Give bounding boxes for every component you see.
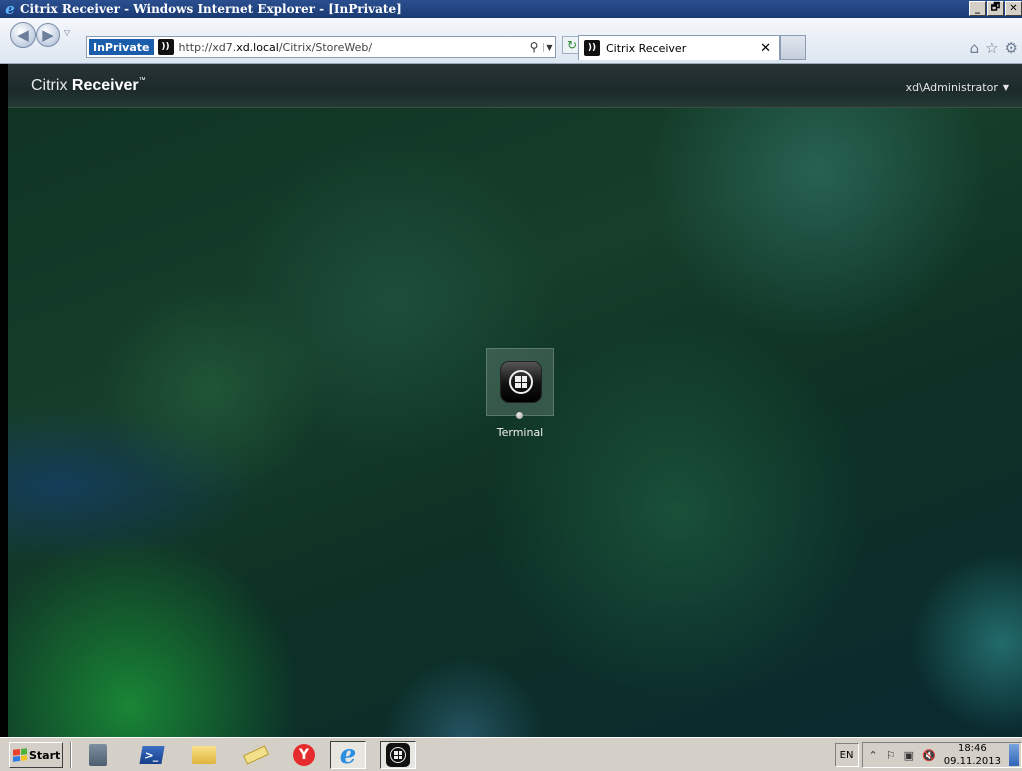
close-button[interactable]: ✕ — [1005, 1, 1022, 16]
taskbar: Start >_ Y e EN ⌃ ⚐ ▣ 🔇 18:46 09.11.2013 — [0, 737, 1022, 771]
minimize-button[interactable]: _ — [969, 1, 986, 16]
forward-button[interactable]: ▶ — [36, 23, 60, 47]
taskbar-separator — [70, 742, 72, 768]
window-controls: _ 🗗 ✕ — [968, 1, 1022, 16]
clock-time: 18:46 — [957, 743, 987, 754]
tab-close-icon[interactable]: ✕ — [760, 41, 771, 56]
citrix-receiver-logo: Citrix Receiver™ — [31, 77, 146, 94]
window-titlebar: e Citrix Receiver - Windows Internet Exp… — [0, 0, 1022, 18]
notification-area: ⌃ ⚐ ▣ 🔇 18:46 09.11.2013 — [861, 742, 1022, 768]
address-dropdown-icon[interactable]: ▼ — [543, 42, 555, 52]
start-button[interactable]: Start — [9, 742, 63, 768]
user-name: xd\Administrator — [905, 81, 998, 94]
user-menu[interactable]: xd\Administrator ▼ — [906, 81, 1009, 94]
tab-citrix-receiver[interactable]: )) Citrix Receiver ✕ — [578, 35, 780, 60]
action-center-flag-icon[interactable]: ⚐ — [886, 749, 896, 762]
window-title: Citrix Receiver - Windows Internet Explo… — [20, 2, 402, 16]
forward-icon: ▶ — [42, 26, 54, 44]
app-status-dot — [516, 412, 523, 419]
home-icon[interactable]: ⌂ — [970, 39, 980, 57]
app-label-terminal[interactable]: Terminal — [486, 426, 554, 439]
citrix-desktop-icon — [386, 743, 410, 767]
language-indicator[interactable]: EN — [834, 743, 859, 767]
show-desktop-button[interactable] — [1009, 744, 1019, 766]
notepad-icon — [243, 745, 269, 765]
notepad-button[interactable] — [238, 741, 274, 769]
history-dropdown-icon[interactable]: ▽ — [64, 28, 70, 37]
back-button[interactable]: ◀ — [10, 22, 36, 48]
tab-label: Citrix Receiver — [606, 41, 687, 55]
citrix-tab-icon: )) — [584, 40, 600, 56]
internet-explorer-icon: e — [5, 0, 15, 18]
citrix-desktop-button[interactable] — [380, 741, 416, 769]
browser-toolbar-icons: ⌂ ☆ ⚙ — [970, 39, 1018, 57]
server-manager-icon — [89, 744, 107, 766]
yandex-icon: Y — [293, 744, 315, 766]
maximize-button[interactable]: 🗗 — [987, 1, 1004, 16]
volume-muted-icon[interactable]: 🔇 — [922, 749, 936, 762]
address-url[interactable]: http://xd7.xd.local/Citrix/StoreWeb/ — [179, 41, 373, 54]
network-icon[interactable]: ▣ — [904, 749, 914, 762]
inprivate-badge[interactable]: InPrivate — [89, 39, 154, 55]
citrix-site-icon: )) — [157, 39, 174, 55]
windows-desktop-icon — [501, 362, 541, 402]
powershell-icon: >_ — [139, 746, 165, 764]
yandex-button[interactable]: Y — [286, 741, 322, 769]
new-tab-button[interactable] — [780, 35, 806, 60]
app-tile-terminal[interactable] — [486, 348, 554, 416]
clock[interactable]: 18:46 09.11.2013 — [944, 742, 1001, 768]
back-icon: ◀ — [17, 26, 29, 44]
server-manager-button[interactable] — [80, 741, 116, 769]
powershell-button[interactable]: >_ — [134, 741, 170, 769]
internet-explorer-icon: e — [339, 740, 357, 770]
browser-navbar: ◀ ▶ ▽ InPrivate )) http://xd7.xd.local/C… — [0, 18, 1022, 64]
system-tray: EN ⌃ ⚐ ▣ 🔇 18:46 09.11.2013 — [834, 742, 1022, 768]
chevron-down-icon: ▼ — [1002, 83, 1009, 92]
address-bar[interactable]: InPrivate )) http://xd7.xd.local/Citrix/… — [86, 36, 556, 58]
show-hidden-icons-icon[interactable]: ⌃ — [869, 749, 878, 762]
clock-date: 09.11.2013 — [943, 756, 1001, 767]
explorer-icon — [192, 746, 216, 764]
app-workspace: Terminal — [8, 108, 1022, 737]
tools-icon[interactable]: ⚙ — [1005, 39, 1018, 57]
explorer-button[interactable] — [186, 741, 222, 769]
citrix-header: Citrix Receiver™ xd\Administrator ▼ — [8, 64, 1022, 108]
internet-explorer-button[interactable]: e — [330, 740, 366, 770]
favorites-icon[interactable]: ☆ — [985, 39, 998, 57]
refresh-icon: ↻ — [566, 38, 578, 52]
windows-flag-icon — [13, 748, 27, 762]
search-icon[interactable]: ⚲ — [525, 40, 543, 54]
